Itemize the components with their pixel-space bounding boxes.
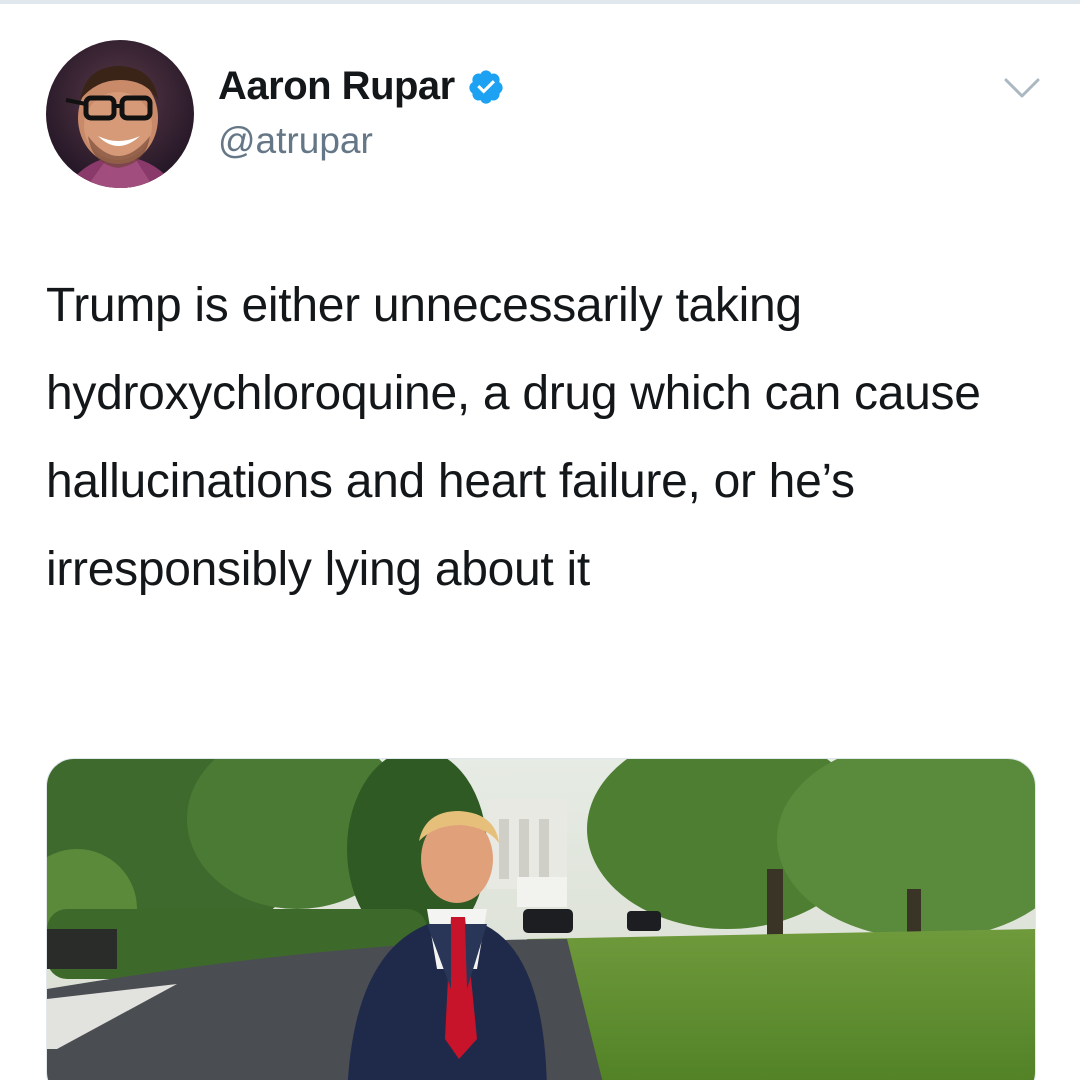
display-name: Aaron Rupar (218, 64, 455, 108)
photo-man-in-suit-on-lawn-icon (47, 759, 1035, 1080)
verified-badge-icon (467, 68, 505, 106)
tweet-media-photo[interactable] (46, 758, 1036, 1080)
chevron-down-icon[interactable] (1000, 70, 1044, 106)
author-name-row[interactable]: Aaron Rupar (218, 64, 505, 109)
tweet-text: Trump is either unnecessarily taking hyd… (46, 279, 981, 596)
avatar-photo-icon (46, 40, 194, 188)
top-divider (0, 0, 1080, 4)
author-handle[interactable]: @atrupar (218, 120, 373, 162)
avatar[interactable] (46, 40, 194, 188)
